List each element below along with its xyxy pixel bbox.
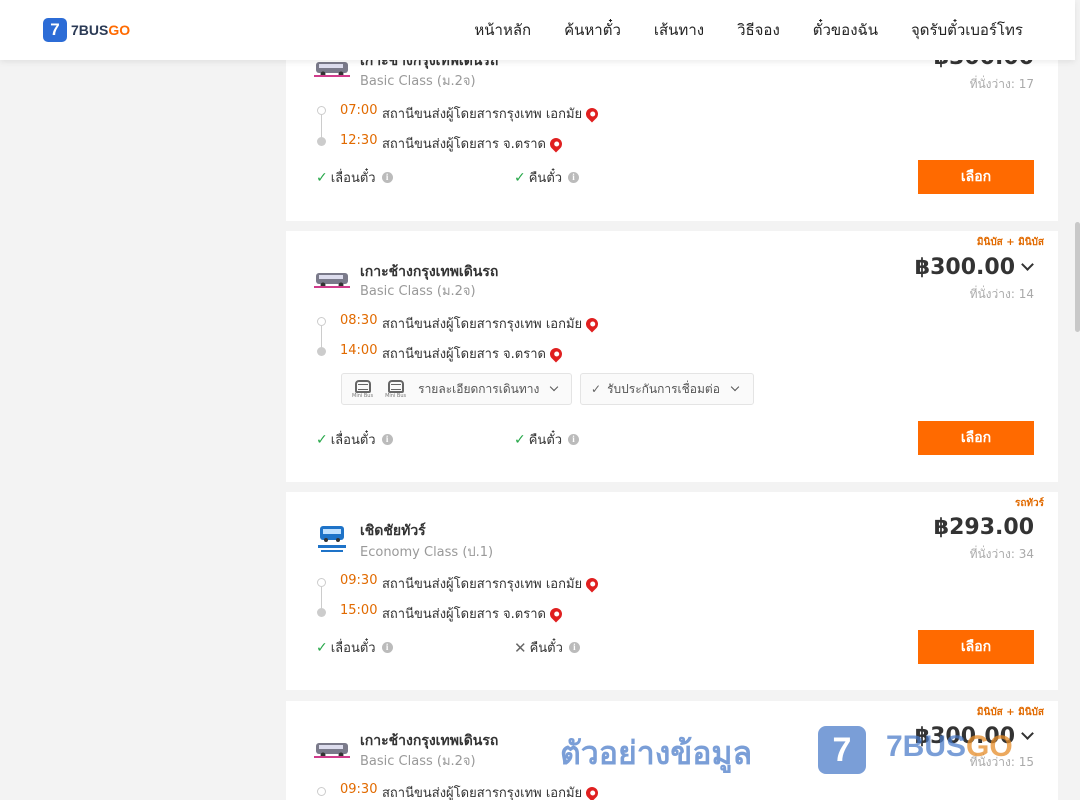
change-ticket-policy: ✓ เลื่อนตั๋ว i [316, 637, 393, 658]
ticket-price: ฿293.00 [933, 515, 1034, 540]
location-pin-icon[interactable] [583, 784, 601, 800]
journey-details-label: รายละเอียดการเดินทาง [418, 381, 540, 396]
seats-available: ที่นั่งว่าง: 14 [969, 287, 1034, 301]
connection-guarantee-label: รับประกันการเชื่อมต่อ [607, 381, 720, 396]
info-icon[interactable]: i [381, 172, 393, 183]
bus-class: Basic Class (ม.2จ) [360, 74, 476, 89]
location-pin-icon[interactable] [583, 315, 601, 332]
brand-logo[interactable]: 7 7BUSGO [43, 18, 130, 42]
select-button[interactable]: เลือก [918, 160, 1034, 194]
journey-details-toggle[interactable]: Mini Bus Mini Bus รายละเอียดการเดินทาง [341, 373, 572, 405]
operator-logo [318, 526, 346, 552]
info-icon[interactable]: i [568, 642, 580, 653]
departure-time: 09:30 [340, 782, 378, 797]
nav-search-ticket[interactable]: ค้นหาตั๋ว [564, 18, 621, 42]
nav-routes[interactable]: เส้นทาง [654, 18, 704, 42]
main-nav: หน้าหลัก ค้นหาตั๋ว เส้นทาง วิธีจอง ตั๋วข… [474, 0, 1023, 60]
check-icon: ✓ [316, 169, 328, 186]
operator-name: เชิดชัยทัวร์ [360, 523, 426, 539]
chevron-down-icon [730, 382, 740, 392]
nav-my-tickets[interactable]: ตั๋วของฉัน [813, 18, 878, 42]
departure-time: 07:00 [340, 103, 378, 118]
trip-card: มินิบัส + มินิบัส เกาะช้างกรุงเทพเดินรถ … [286, 231, 1058, 482]
departure-dot [317, 578, 326, 587]
minibus-icon: Mini Bus [352, 379, 373, 399]
departure-time: 08:30 [340, 313, 378, 328]
location-pin-icon[interactable] [547, 345, 565, 362]
watermark-text: ตัวอย่างข้อมูล [560, 734, 753, 772]
departure-dot [317, 787, 326, 796]
scrollbar-track[interactable] [1075, 0, 1080, 800]
bus-class: Basic Class (ม.2จ) [360, 754, 476, 769]
watermark-brand: 7BUSGO [886, 730, 1013, 763]
arrival-time: 12:30 [340, 133, 378, 148]
watermark-logo-mark: 7 [818, 726, 866, 774]
route-line [321, 115, 322, 138]
arrival-station: สถานีขนส่งผู้โดยสาร จ.ตราด [382, 603, 565, 624]
nav-ticket-pickup[interactable]: จุดรับตั๋วเบอร์โทร [911, 18, 1023, 42]
route-line [321, 326, 322, 349]
check-icon: ✓ [591, 382, 602, 396]
departure-station: สถานีขนส่งผู้โดยสารกรุงเทพ เอกมัย [382, 103, 601, 124]
check-icon: ✓ [514, 431, 526, 448]
chevron-down-icon[interactable] [1021, 727, 1034, 740]
check-icon: ✓ [316, 639, 328, 656]
nav-home[interactable]: หน้าหลัก [474, 18, 531, 42]
arrival-dot [317, 347, 326, 356]
arrival-station: สถานีขนส่งผู้โดยสาร จ.ตราด [382, 133, 565, 154]
chevron-down-icon[interactable] [1021, 258, 1034, 271]
location-pin-icon[interactable] [547, 135, 565, 152]
refund-policy: ✓ คืนตั๋ว i [514, 167, 580, 188]
info-icon[interactable]: i [381, 434, 393, 445]
trip-card: รถทัวร์ เชิดชัยทัวร์ Economy Class (ป.1)… [286, 492, 1058, 690]
refund-policy: ✕ คืนตั๋ว i [514, 637, 580, 658]
chevron-down-icon [550, 382, 559, 392]
check-icon: ✓ [514, 169, 526, 186]
location-pin-icon[interactable] [583, 575, 601, 592]
arrival-time: 15:00 [340, 603, 378, 618]
scrollbar-thumb[interactable] [1075, 222, 1080, 332]
select-button[interactable]: เลือก [918, 421, 1034, 455]
bus-class: Economy Class (ป.1) [360, 545, 494, 560]
route-line [321, 587, 322, 610]
brand-name: 7BUSGO [71, 22, 131, 38]
vehicle-type-badge: มินิบัส + มินิบัส [976, 237, 1044, 248]
arrival-dot [317, 137, 326, 146]
change-ticket-policy: ✓ เลื่อนตั๋ว i [316, 429, 393, 450]
vehicle-type-badge: รถทัวร์ [1014, 498, 1044, 509]
seats-available: ที่นั่งว่าง: 17 [969, 77, 1034, 91]
select-button[interactable]: เลือก [918, 630, 1034, 664]
info-icon[interactable]: i [568, 434, 580, 445]
seats-available: ที่นั่งว่าง: 34 [969, 547, 1034, 561]
bus-class: Basic Class (ม.2จ) [360, 284, 476, 299]
info-icon[interactable]: i [381, 642, 393, 653]
location-pin-icon[interactable] [547, 605, 565, 622]
operator-logo [314, 273, 350, 288]
brand-mark: 7 [43, 18, 67, 42]
departure-station: สถานีขนส่งผู้โดยสารกรุงเทพ เอกมัย [382, 782, 601, 800]
change-ticket-policy: ✓ เลื่อนตั๋ว i [316, 167, 393, 188]
nav-how-to-book[interactable]: วิธีจอง [737, 18, 780, 42]
info-icon[interactable]: i [568, 172, 580, 183]
location-pin-icon[interactable] [583, 105, 601, 122]
departure-time: 09:30 [340, 573, 378, 588]
operator-name: เกาะช้างกรุงเทพเดินรถ [360, 733, 499, 749]
departure-station: สถานีขนส่งผู้โดยสารกรุงเทพ เอกมัย [382, 313, 601, 334]
vehicle-type-badge: มินิบัส + มินิบัส [976, 707, 1044, 718]
minibus-icon: Mini Bus [385, 379, 406, 399]
operator-logo [314, 743, 350, 758]
refund-policy: ✓ คืนตั๋ว i [514, 429, 580, 450]
departure-dot [317, 317, 326, 326]
check-icon: ✓ [316, 431, 328, 448]
arrival-time: 14:00 [340, 343, 378, 358]
departure-dot [317, 106, 326, 115]
connection-guarantee-toggle[interactable]: ✓ รับประกันการเชื่อมต่อ [580, 373, 754, 405]
arrival-station: สถานีขนส่งผู้โดยสาร จ.ตราด [382, 343, 565, 364]
arrival-dot [317, 608, 326, 617]
top-header: 7 7BUSGO หน้าหลัก ค้นหาตั๋ว เส้นทาง วิธี… [0, 0, 1075, 60]
ticket-price[interactable]: ฿300.00 [915, 255, 1034, 280]
cross-icon: ✕ [514, 638, 527, 657]
departure-station: สถานีขนส่งผู้โดยสารกรุงเทพ เอกมัย [382, 573, 601, 594]
